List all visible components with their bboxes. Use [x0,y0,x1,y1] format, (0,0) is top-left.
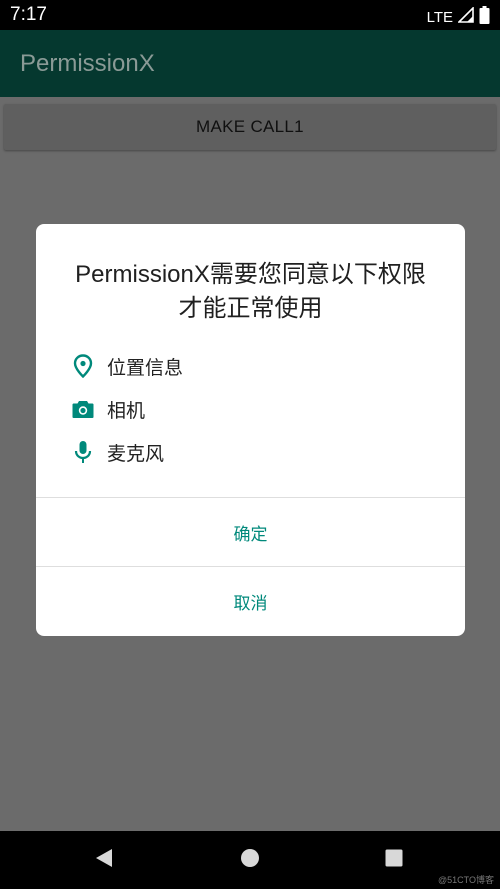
watermark: @51CTO博客 [438,875,494,885]
location-pin-icon [71,354,95,378]
signal-icon [457,6,474,28]
home-button[interactable] [220,831,280,889]
recents-button[interactable] [364,831,424,889]
navigation-bar: @51CTO博客 [0,831,500,889]
permission-item-location: 位置信息 [71,351,183,381]
cancel-button[interactable]: 取消 [36,567,465,635]
microphone-icon [71,440,95,464]
home-circle-icon [240,848,260,873]
dialog-title-line2: 才能正常使用 [178,295,323,322]
status-bar: 7:17 LTE [0,0,500,30]
permission-label: 相机 [107,400,146,422]
permission-dialog: PermissionX需要您同意以下权限 才能正常使用 位置信息 相机 麦克风 … [36,224,465,636]
camera-icon [71,397,95,421]
permission-label: 麦克风 [107,443,165,465]
dialog-title: PermissionX需要您同意以下权限 才能正常使用 [36,258,465,326]
make-call-button[interactable]: MAKE CALL1 [4,104,496,150]
status-icons: LTE [427,6,490,29]
back-button[interactable] [74,831,134,889]
battery-icon [479,6,490,29]
dialog-title-line1: PermissionX需要您同意以下权限 [75,261,426,288]
confirm-button[interactable]: 确定 [36,498,465,566]
network-type-label: LTE [426,9,453,26]
app-title: PermissionX [20,50,155,77]
permission-item-camera: 相机 [71,394,145,424]
back-triangle-icon [95,848,113,873]
recents-square-icon [385,849,403,872]
status-time: 7:17 [10,4,47,25]
app-bar: PermissionX [0,30,500,97]
permission-label: 位置信息 [107,357,184,379]
permission-item-microphone: 麦克风 [71,437,164,467]
